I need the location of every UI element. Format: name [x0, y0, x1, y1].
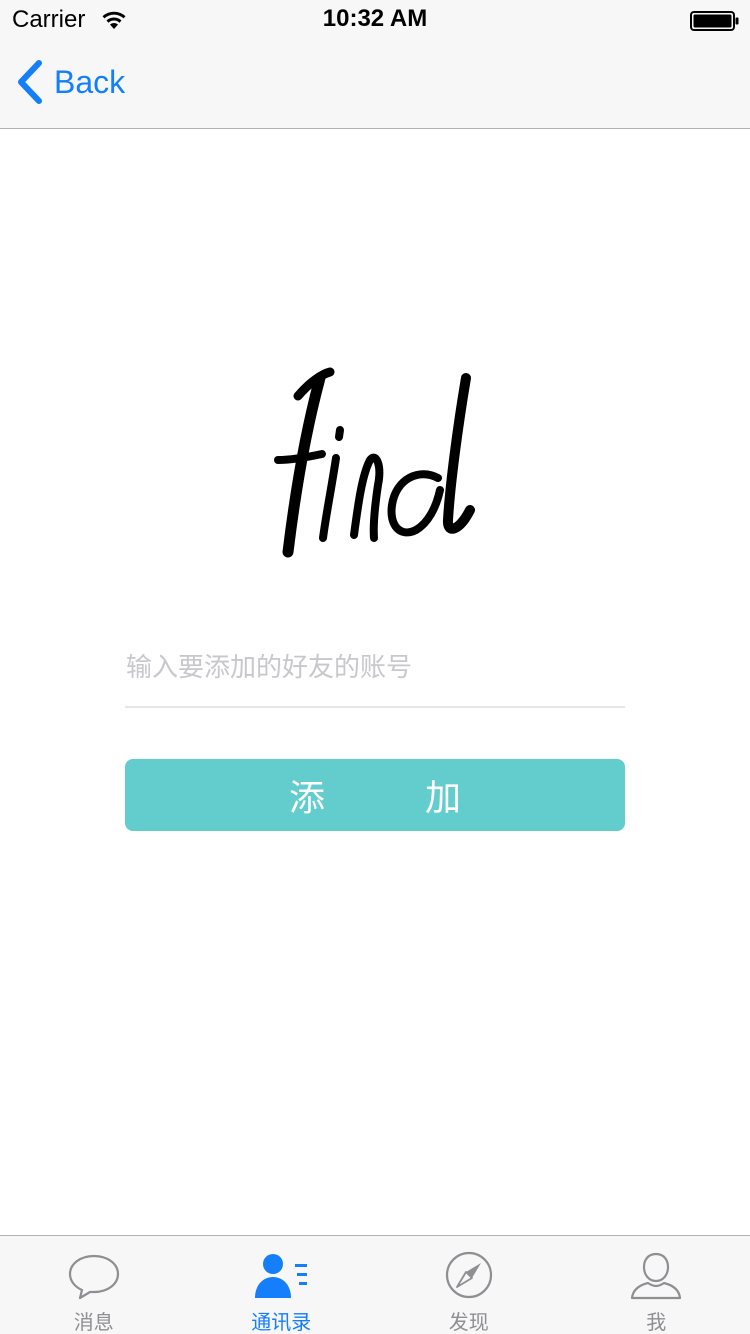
tab-discover[interactable]: 发现: [375, 1236, 563, 1334]
compass-icon: [445, 1251, 492, 1299]
tab-bar: 消息 通讯录 发现 我: [0, 1235, 750, 1334]
tab-label-contacts: 通讯录: [251, 1310, 312, 1334]
tab-label-me: 我: [646, 1310, 667, 1334]
tab-contacts[interactable]: 通讯录: [188, 1236, 376, 1334]
tab-messages[interactable]: 消息: [0, 1236, 188, 1334]
battery-icon: [690, 11, 739, 31]
back-label: Back: [54, 63, 126, 100]
person-icon: [631, 1252, 682, 1300]
navigation-bar: Back: [0, 40, 750, 129]
add-friend-button[interactable]: 添 加: [125, 759, 625, 831]
friend-account-input[interactable]: [125, 630, 625, 708]
chevron-left-icon: [18, 60, 42, 104]
add-button-char-2: 加: [425, 778, 462, 819]
tab-label-discover: 发现: [448, 1310, 489, 1334]
back-button[interactable]: Back: [14, 58, 125, 106]
chat-bubble-icon: [68, 1254, 119, 1300]
status-time: 10:32 AM: [322, 5, 428, 32]
add-button-char-1: 添: [288, 778, 325, 819]
contacts-icon: [255, 1254, 308, 1298]
find-logo: [274, 367, 475, 558]
tab-label-messages: 消息: [73, 1310, 114, 1334]
status-bar: Carrier 10:32 AM: [0, 0, 750, 40]
tab-me[interactable]: 我: [563, 1236, 750, 1334]
